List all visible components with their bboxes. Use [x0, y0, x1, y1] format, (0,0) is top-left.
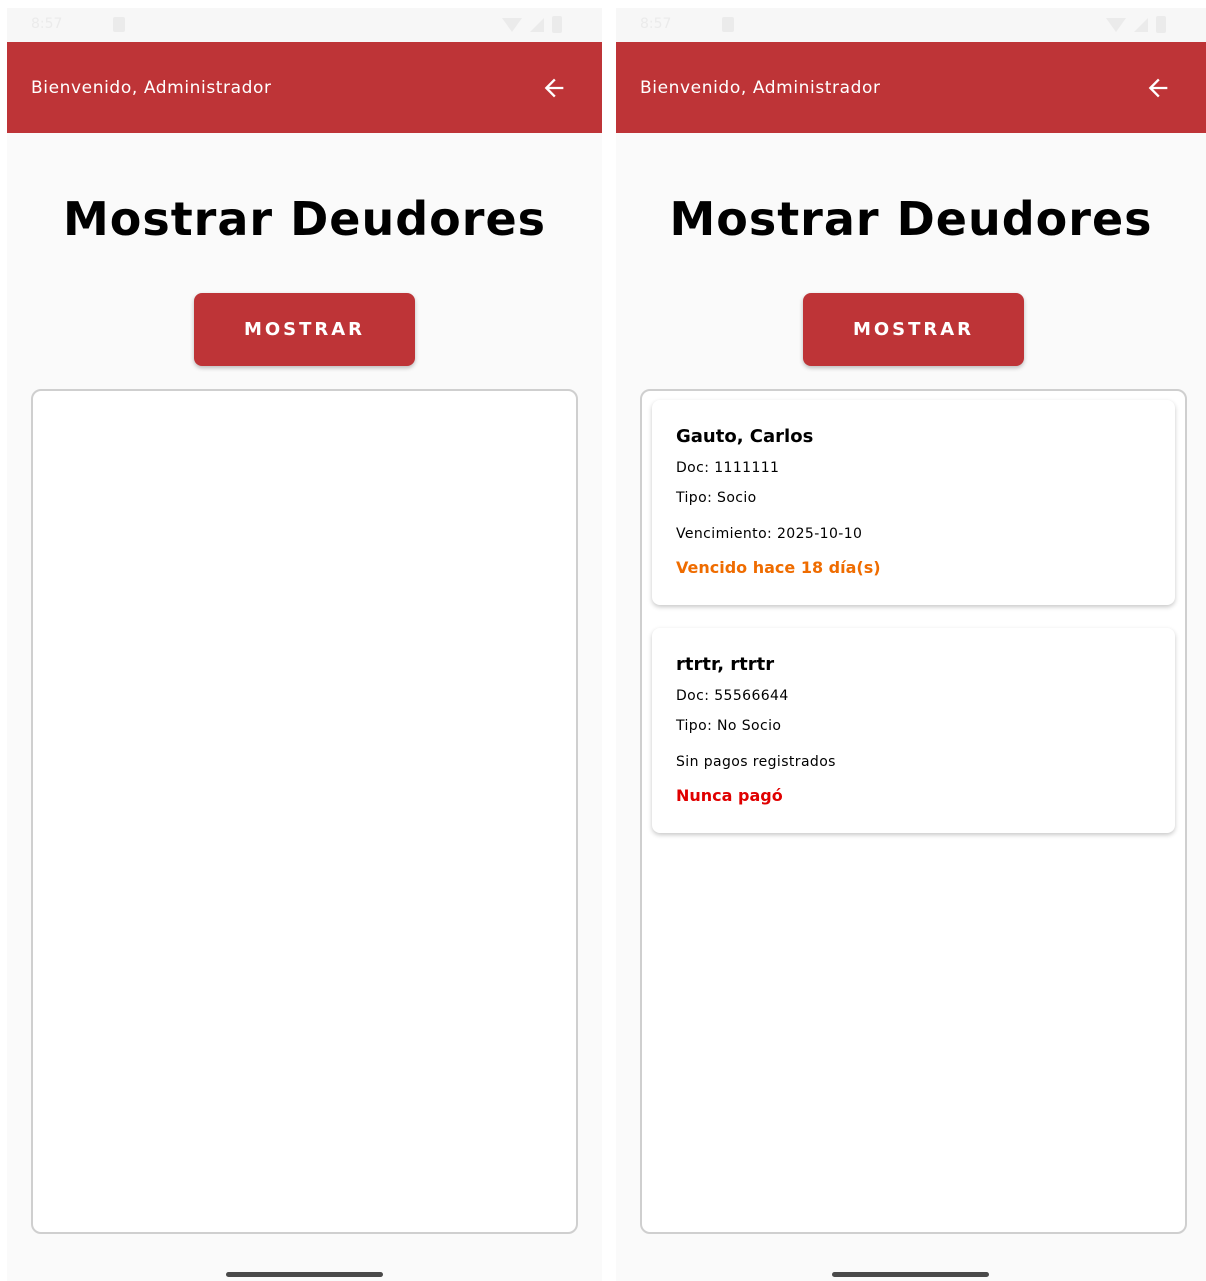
debtor-name: rtrtr, rtrtr: [676, 654, 775, 675]
debtor-no-payments: Sin pagos registrados: [676, 754, 836, 770]
page-title: Mostrar Deudores: [62, 192, 547, 246]
arrow-left-icon[interactable]: [1144, 74, 1172, 102]
app-bar-title: Bienvenido, Administrador: [31, 77, 272, 98]
sd-card-icon: [113, 17, 125, 32]
screen-after-show: 8:57 Bienvenido, Administrador Mostrar D…: [616, 8, 1206, 1281]
screen-before-show: 8:57 Bienvenido, Administrador Mostrar D…: [7, 8, 602, 1281]
debtor-status: Nunca pagó: [676, 786, 783, 805]
signal-icon: [1134, 18, 1148, 32]
debtor-due-date: Vencimiento: 2025-10-10: [676, 526, 863, 542]
debtor-card[interactable]: rtrtr, rtrtr Doc: 55566644 Tipo: No Soci…: [652, 628, 1175, 833]
debtors-list[interactable]: Gauto, Carlos Doc: 1111111 Tipo: Socio V…: [640, 389, 1187, 1234]
wifi-icon: [502, 18, 522, 32]
home-indicator[interactable]: [832, 1272, 989, 1277]
signal-icon: [530, 18, 544, 32]
status-time: 8:57: [31, 16, 63, 32]
page-title: Mostrar Deudores: [669, 192, 1153, 246]
debtor-name: Gauto, Carlos: [676, 426, 814, 447]
wifi-icon: [1106, 18, 1126, 32]
status-bar: 8:57: [616, 8, 1206, 42]
debtor-card[interactable]: Gauto, Carlos Doc: 1111111 Tipo: Socio V…: [652, 400, 1175, 605]
show-debtors-button[interactable]: MOSTRAR: [194, 293, 415, 366]
debtors-list[interactable]: [31, 389, 578, 1234]
home-indicator[interactable]: [225, 1272, 383, 1277]
app-bar-title: Bienvenido, Administrador: [640, 77, 881, 98]
debtor-doc: Doc: 55566644: [676, 688, 789, 704]
status-bar: 8:57: [7, 8, 602, 42]
show-debtors-button[interactable]: MOSTRAR: [803, 293, 1024, 366]
debtor-type: Tipo: No Socio: [676, 718, 782, 734]
app-bar: Bienvenido, Administrador: [7, 42, 602, 133]
status-time: 8:57: [640, 16, 672, 32]
battery-icon: [552, 16, 562, 33]
app-bar: Bienvenido, Administrador: [616, 42, 1206, 133]
debtor-status: Vencido hace 18 día(s): [676, 558, 881, 577]
battery-icon: [1156, 16, 1166, 33]
debtor-doc: Doc: 1111111: [676, 460, 780, 476]
sd-card-icon: [722, 17, 734, 32]
debtor-type: Tipo: Socio: [676, 490, 757, 506]
arrow-left-icon[interactable]: [540, 74, 568, 102]
